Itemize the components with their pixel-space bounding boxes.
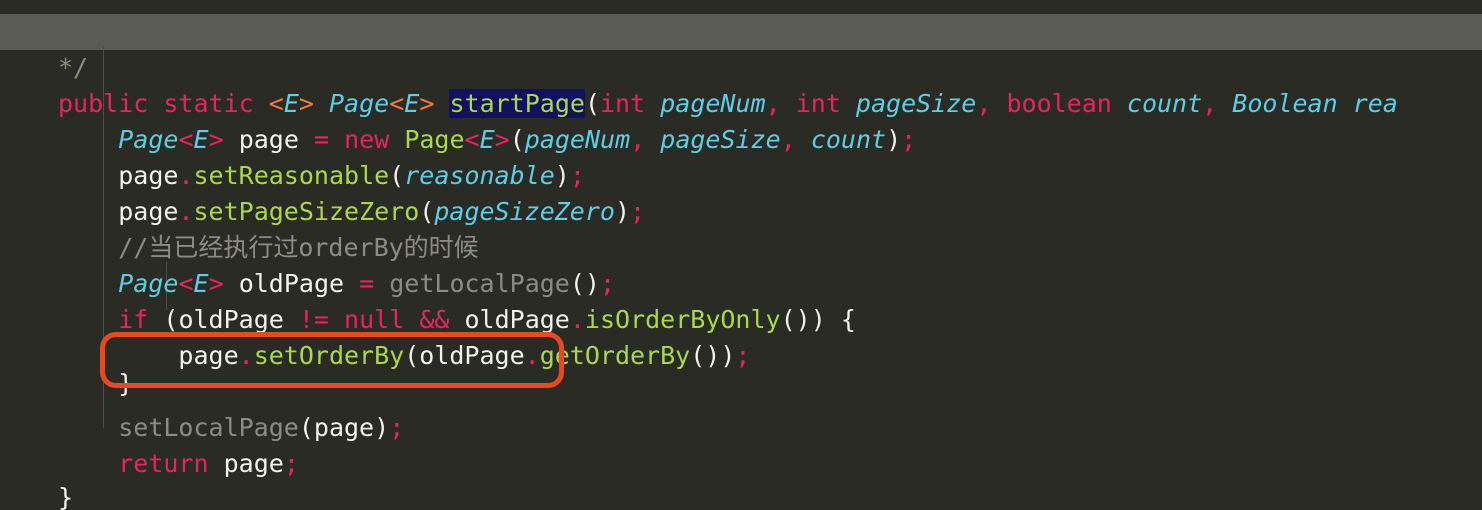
code-line-return-page[interactable]: return page; [0, 374, 1482, 478]
code-editor[interactable]: */ public static <E> Page<E> startPage(i… [0, 0, 1482, 510]
code-line-javadoc-open[interactable]: /** [0, 478, 1482, 510]
code-line-method-signature[interactable]: public static <E> Page<E> startPage(int … [0, 14, 1482, 118]
code-line-method-close-brace[interactable]: } [0, 408, 1482, 510]
code-line-old-page-declaration[interactable]: Page<E> oldPage = getLocalPage(); [0, 194, 1482, 298]
code-line-set-page-size-zero[interactable]: page.setPageSizeZero(pageSizeZero); [0, 122, 1482, 226]
code-line-set-reasonable[interactable]: page.setReasonable(reasonable); [0, 86, 1482, 190]
code-line-if-statement[interactable]: if (oldPage != null && oldPage.isOrderBy… [0, 230, 1482, 334]
code-surface[interactable]: */ public static <E> Page<E> startPage(i… [0, 0, 1482, 510]
code-line-page-construction[interactable]: Page<E> page = new Page<E>(pageNum, page… [0, 50, 1482, 154]
code-line-order-by-comment[interactable]: //当已经执行过orderBy的时候 [0, 158, 1482, 262]
code-line-javadoc-close[interactable]: */ [0, 0, 1482, 82]
code-line-if-close-brace[interactable]: } [0, 294, 1482, 398]
code-line-set-local-page[interactable]: setLocalPage(page); [0, 338, 1482, 442]
